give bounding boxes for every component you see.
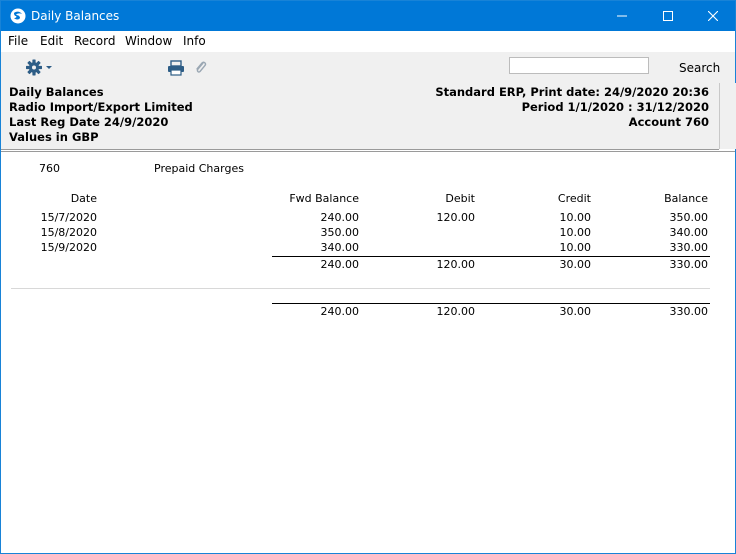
print-icon[interactable] bbox=[167, 60, 185, 76]
close-button[interactable] bbox=[690, 1, 736, 31]
report-name: Daily Balances bbox=[9, 85, 104, 99]
total-credit: 30.00 bbox=[559, 305, 592, 318]
column-header-credit: Credit bbox=[557, 192, 591, 205]
menu-record[interactable]: Record bbox=[74, 34, 115, 48]
search-input[interactable] bbox=[509, 57, 649, 74]
row-credit: 10.00 bbox=[559, 241, 592, 254]
window-title: Daily Balances bbox=[31, 9, 120, 23]
subtotal-rule bbox=[272, 256, 710, 257]
menu-window[interactable]: Window bbox=[125, 34, 172, 48]
account-number: 760 bbox=[39, 162, 60, 175]
last-reg-date: Last Reg Date 24/9/2020 bbox=[9, 115, 169, 129]
header-scroll-gutter bbox=[719, 83, 736, 149]
row-date: 15/8/2020 bbox=[40, 226, 97, 239]
total-fwd-balance: 240.00 bbox=[320, 305, 360, 318]
column-header-balance: Balance bbox=[664, 192, 708, 205]
maximize-button[interactable] bbox=[645, 1, 691, 31]
section-divider bbox=[11, 288, 710, 289]
account-info: Account 760 bbox=[628, 115, 709, 129]
row-fwd-balance: 240.00 bbox=[320, 211, 360, 224]
row-credit: 10.00 bbox=[559, 226, 592, 239]
app-logo-icon bbox=[10, 8, 26, 24]
paperclip-icon[interactable] bbox=[194, 59, 208, 77]
row-date: 15/9/2020 bbox=[40, 241, 97, 254]
gear-icon[interactable] bbox=[25, 59, 55, 76]
title-bar: Daily Balances bbox=[1, 1, 735, 31]
menu-file[interactable]: File bbox=[8, 34, 28, 48]
row-fwd-balance: 350.00 bbox=[320, 226, 360, 239]
subtotal-balance: 330.00 bbox=[669, 258, 709, 271]
menu-info[interactable]: Info bbox=[183, 34, 206, 48]
subtotal-credit: 30.00 bbox=[559, 258, 592, 271]
row-balance: 330.00 bbox=[669, 241, 709, 254]
minimize-button[interactable] bbox=[599, 1, 645, 31]
close-icon bbox=[708, 11, 718, 21]
report-header: Daily Balances Radio Import/Export Limit… bbox=[1, 83, 719, 150]
account-name: Prepaid Charges bbox=[154, 162, 244, 175]
menu-edit[interactable]: Edit bbox=[40, 34, 63, 48]
row-balance: 340.00 bbox=[669, 226, 709, 239]
column-header-debit: Debit bbox=[445, 192, 475, 205]
row-fwd-balance: 340.00 bbox=[320, 241, 360, 254]
grand-total-rule bbox=[272, 303, 710, 304]
column-header-date: Date bbox=[70, 192, 97, 205]
minimize-icon bbox=[617, 15, 627, 17]
app-window: Daily Balances File Edit Record Window I… bbox=[0, 0, 736, 554]
row-credit: 10.00 bbox=[559, 211, 592, 224]
currency-note: Values in GBP bbox=[9, 130, 99, 144]
row-balance: 350.00 bbox=[669, 211, 709, 224]
column-header-fwd-balance: Fwd Balance bbox=[289, 192, 359, 205]
maximize-icon bbox=[663, 11, 673, 21]
subtotal-fwd-balance: 240.00 bbox=[320, 258, 360, 271]
system-print-info: Standard ERP, Print date: 24/9/2020 20:3… bbox=[435, 85, 709, 99]
report-body: 760 Prepaid Charges Date Fwd Balance Deb… bbox=[1, 151, 735, 554]
row-date: 15/7/2020 bbox=[40, 211, 97, 224]
menu-bar: File Edit Record Window Info bbox=[1, 31, 735, 52]
toolbar: Search bbox=[1, 52, 735, 83]
company-name: Radio Import/Export Limited bbox=[9, 100, 193, 114]
subtotal-debit: 120.00 bbox=[436, 258, 476, 271]
total-debit: 120.00 bbox=[436, 305, 476, 318]
row-debit: 120.00 bbox=[436, 211, 476, 224]
period-range: Period 1/1/2020 : 31/12/2020 bbox=[521, 100, 709, 114]
total-balance: 330.00 bbox=[669, 305, 709, 318]
search-button[interactable]: Search bbox=[679, 61, 720, 75]
